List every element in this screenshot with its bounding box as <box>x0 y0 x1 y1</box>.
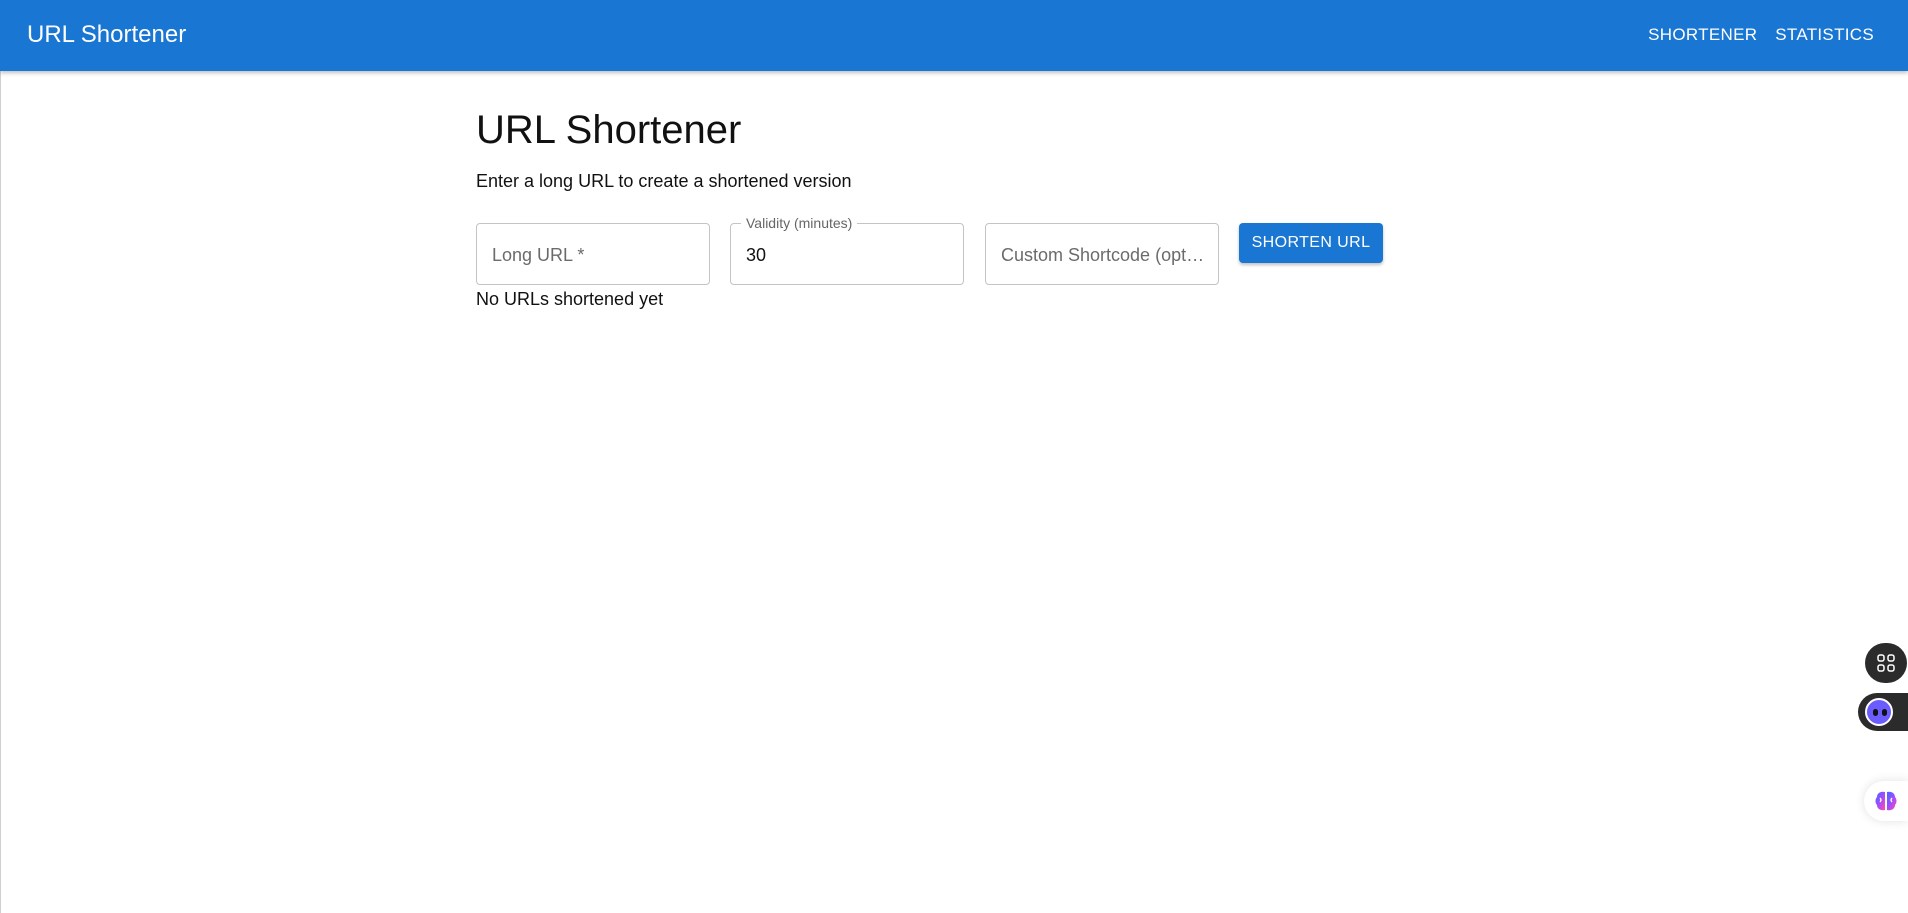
page-left-border <box>0 71 1 913</box>
nav-shortener[interactable]: SHORTENER <box>1648 22 1757 48</box>
floating-assistant-button[interactable] <box>1858 693 1908 731</box>
validity-value: 30 <box>746 245 767 265</box>
top-nav: SHORTENER STATISTICS <box>1648 22 1874 48</box>
shorten-url-button[interactable]: SHORTEN URL <box>1239 223 1383 263</box>
app-title: URL Shortener <box>27 21 187 48</box>
grid-icon <box>1877 654 1895 672</box>
nav-statistics[interactable]: STATISTICS <box>1775 22 1874 48</box>
brain-icon <box>1875 791 1897 811</box>
floating-grid-button[interactable] <box>1865 643 1907 683</box>
bot-left-eye <box>1873 709 1878 716</box>
long-url-field[interactable]: Long URL * <box>476 223 710 285</box>
custom-shortcode-field[interactable]: Custom Shortcode (optional) <box>985 223 1219 285</box>
validity-label: Validity (minutes) <box>741 214 858 232</box>
floating-brain-button[interactable] <box>1864 781 1908 821</box>
custom-shortcode-placeholder: Custom Shortcode (optional) <box>1001 245 1206 265</box>
assistant-bot-icon <box>1865 698 1893 726</box>
validity-field[interactable]: Validity (minutes) 30 <box>730 214 964 285</box>
long-url-placeholder: Long URL * <box>492 245 585 265</box>
page-subtitle: Enter a long URL to create a shortened v… <box>476 171 852 191</box>
bot-right-eye <box>1882 709 1887 716</box>
app-bar: URL Shortener SHORTENER STATISTICS <box>0 0 1908 71</box>
page-title: URL Shortener <box>476 108 742 152</box>
empty-state-message: No URLs shortened yet <box>476 289 664 309</box>
